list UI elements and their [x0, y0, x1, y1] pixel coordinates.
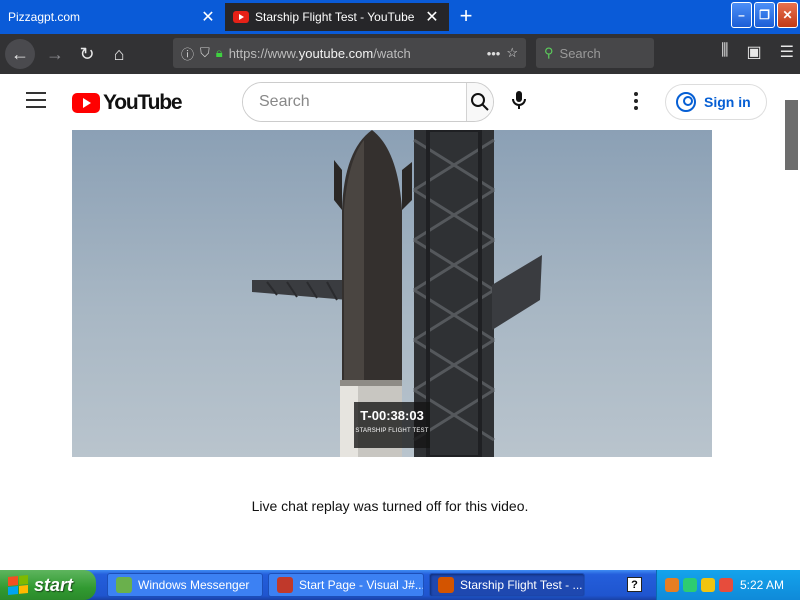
firefox-icon: [438, 577, 454, 593]
browser-navbar: ← → ↻ ⌂ ⓘ ⛉ 🔒︎ https://www.youtube.com/w…: [0, 34, 800, 74]
microphone-icon[interactable]: [512, 90, 526, 115]
tray-app-icon[interactable]: [665, 578, 679, 592]
sign-in-label: Sign in: [704, 94, 751, 110]
sidebar-icon[interactable]: ▣: [747, 42, 762, 62]
youtube-play-icon: [72, 93, 100, 113]
search-icon: ⚲: [544, 45, 554, 60]
page-actions-icon[interactable]: •••: [487, 46, 501, 61]
task-label: Starship Flight Test - ...: [460, 578, 583, 592]
scrollbar-thumb[interactable]: [785, 100, 798, 170]
search-input[interactable]: [243, 83, 466, 121]
countdown-timer: T-00:38:03: [360, 408, 424, 423]
search-icon: [471, 93, 489, 111]
minimize-icon[interactable]: –: [731, 2, 752, 28]
guide-menu-icon[interactable]: [26, 92, 46, 108]
bookmark-star-icon[interactable]: ☆: [506, 45, 518, 61]
visual-studio-icon: [277, 577, 293, 593]
close-tab-icon[interactable]: ✕: [423, 7, 441, 27]
restore-icon[interactable]: ❐: [754, 2, 775, 28]
youtube-favicon-icon: [233, 11, 249, 23]
chat-replay-message: Live chat replay was turned off for this…: [251, 498, 529, 514]
address-bar[interactable]: ⓘ ⛉ 🔒︎ https://www.youtube.com/watch •••…: [173, 38, 526, 68]
help-icon[interactable]: ?: [627, 577, 642, 592]
security-icon[interactable]: [701, 578, 715, 592]
countdown-subtitle: STARSHIP FLIGHT TEST: [355, 428, 429, 434]
system-tray: 5:22 AM: [656, 570, 800, 600]
tab-pizzagpt[interactable]: Pizzagpt.com ✕: [0, 3, 225, 31]
lock-icon[interactable]: 🔒︎: [216, 45, 223, 61]
tab-title: Pizzagpt.com: [8, 10, 81, 24]
network-icon[interactable]: [683, 578, 697, 592]
tab-title: Starship Flight Test - YouTube: [255, 10, 415, 24]
url-text[interactable]: https://www.youtube.com/watch: [229, 46, 481, 61]
video-player[interactable]: T-00:38:03 STARSHIP FLIGHT TEST: [72, 130, 712, 457]
windows-logo-icon: [8, 574, 28, 596]
more-options-icon[interactable]: [628, 92, 644, 113]
close-tab-icon[interactable]: ✕: [199, 7, 217, 27]
search-tray-icon[interactable]: [719, 578, 733, 592]
browser-tab-strip: Pizzagpt.com ✕ Starship Flight Test - Yo…: [0, 0, 800, 34]
countdown-overlay: T-00:38:03 STARSHIP FLIGHT TEST: [354, 402, 430, 448]
start-button[interactable]: start: [0, 570, 96, 600]
account-icon: [676, 92, 696, 112]
logo-text: YouTube: [103, 91, 183, 114]
back-arrow-icon[interactable]: ←: [5, 39, 35, 69]
toolbar-icons: ⫼ ▣ ☰: [721, 42, 794, 62]
close-window-icon[interactable]: ✕: [777, 2, 798, 28]
tracking-protection-icon[interactable]: ⛉: [200, 45, 210, 61]
task-label: Windows Messenger: [138, 578, 250, 592]
start-label: start: [34, 574, 74, 595]
tab-youtube[interactable]: Starship Flight Test - YouTube ✕: [225, 3, 449, 31]
youtube-header: YouTube Sign in: [0, 74, 783, 130]
library-icon[interactable]: ⫼: [721, 42, 728, 62]
youtube-logo[interactable]: YouTube: [72, 91, 183, 115]
window-controls: – ❐ ✕: [731, 2, 798, 28]
youtube-search: [242, 82, 494, 122]
task-firefox-starship[interactable]: Starship Flight Test - ...: [429, 573, 585, 597]
sign-in-button[interactable]: Sign in: [665, 84, 767, 120]
menu-icon[interactable]: ☰: [780, 42, 794, 62]
clock[interactable]: 5:22 AM: [740, 578, 784, 592]
new-tab-icon[interactable]: +: [456, 5, 476, 27]
messenger-icon: [116, 577, 132, 593]
task-label: Start Page - Visual J#...: [299, 578, 424, 592]
home-icon[interactable]: ⌂: [104, 39, 134, 69]
browser-search-box[interactable]: ⚲ Search: [536, 38, 654, 68]
taskbar: start Windows Messenger Start Page - Vis…: [0, 570, 800, 600]
task-windows-messenger[interactable]: Windows Messenger: [107, 573, 263, 597]
forward-arrow-icon[interactable]: →: [40, 39, 70, 69]
search-placeholder: Search: [559, 45, 601, 61]
info-icon[interactable]: ⓘ: [181, 44, 194, 63]
reload-icon[interactable]: ↻: [72, 39, 102, 69]
search-button[interactable]: [466, 83, 493, 121]
task-visual-jsharp[interactable]: Start Page - Visual J#...: [268, 573, 424, 597]
